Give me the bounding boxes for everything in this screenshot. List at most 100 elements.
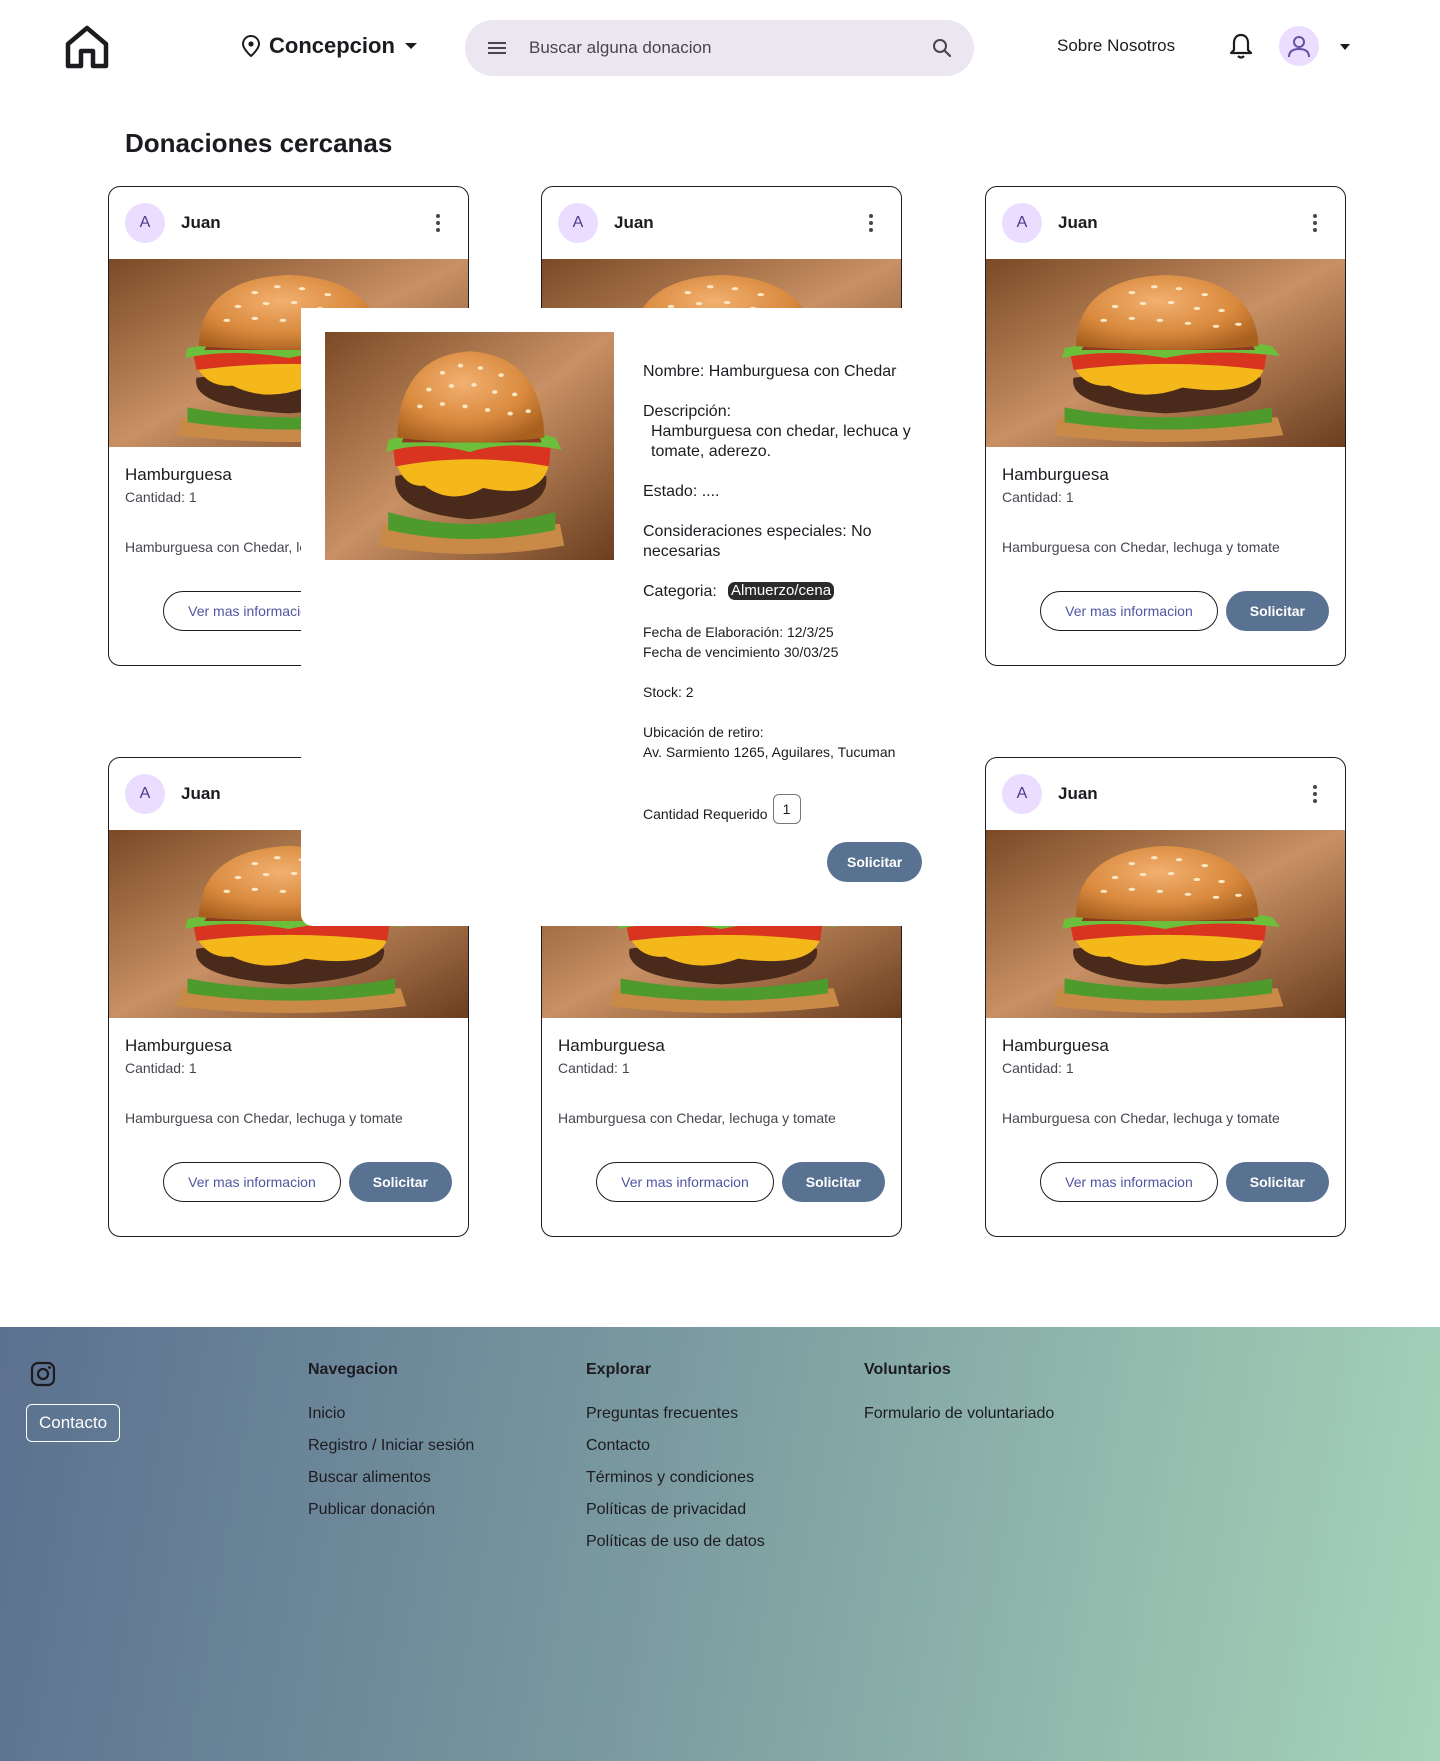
footer-link-buscar[interactable]: Buscar alimentos [308, 1469, 474, 1487]
more-info-button[interactable]: Ver mas informacion [596, 1162, 774, 1202]
footer-column-title: Voluntarios [864, 1361, 951, 1378]
food-image [986, 259, 1345, 447]
location-selector[interactable]: Concepcion [241, 28, 419, 64]
bell-icon[interactable] [1228, 32, 1254, 60]
more-info-button[interactable]: Ver mas informacion [163, 1162, 341, 1202]
card-actions: Ver mas informacionSolicitar [596, 1162, 885, 1202]
food-image [986, 830, 1345, 1018]
home-icon[interactable] [63, 23, 111, 71]
footer-link-inicio[interactable]: Inicio [308, 1405, 474, 1423]
card-header: A Juan [986, 187, 1345, 259]
card-title: Hamburguesa [1002, 1036, 1109, 1055]
footer-link-voluntariado[interactable]: Formulario de voluntariado [864, 1405, 1054, 1423]
card-header: A Juan [986, 758, 1345, 830]
card-body: Hamburguesa Cantidad: 1 Hamburguesa con Ch… [109, 1018, 468, 1126]
request-button[interactable]: Solicitar [1225, 591, 1329, 631]
card-title: Hamburguesa [1002, 465, 1109, 484]
more-vert-icon[interactable] [1303, 782, 1327, 806]
detail-status: Estado: .... [643, 483, 720, 500]
footer-column-title: Explorar [586, 1361, 651, 1378]
food-image [325, 332, 614, 560]
detail-expiry-date: Fecha de vencimiento 30/03/25 [643, 644, 839, 660]
detail-dates: Fecha de Elaboración: 12/3/25 Fecha de v… [643, 622, 913, 662]
card-body: Hamburguesa Cantidad: 1 Hamburguesa con Ch… [542, 1018, 901, 1126]
detail-description-text: Hamburguesa con chedar, lechuca y tomate… [651, 423, 911, 460]
card-avatar: A [1002, 203, 1042, 243]
footer-column-title: Navegacion [308, 1361, 398, 1378]
card-header: A Juan [109, 187, 468, 259]
user-icon [1288, 36, 1310, 58]
detail-name: Nombre: Hamburguesa con Chedar [643, 363, 897, 380]
request-button[interactable]: Solicitar [348, 1162, 452, 1202]
card-title: Hamburguesa [558, 1036, 665, 1055]
search-bar [465, 20, 974, 76]
search-input[interactable] [529, 38, 930, 58]
request-button[interactable]: Solicitar [1225, 1162, 1329, 1202]
section-title: Donaciones cercanas [125, 128, 393, 158]
card-header: A Juan [542, 187, 901, 259]
detail-special: Consideraciones especiales: No necesaria… [643, 523, 872, 560]
card-quantity: Cantidad: 1 [125, 1060, 197, 1076]
account-menu-chevron-icon[interactable] [1338, 40, 1352, 54]
footer-link-datos[interactable]: Políticas de uso de datos [586, 1533, 765, 1551]
footer-link-privacidad[interactable]: Políticas de privacidad [586, 1501, 765, 1519]
detail-pickup-label: Ubicación de retiro: [643, 724, 764, 740]
donation-card: A Juan Hamburguesa Cantidad: 1 Hamburguesa c… [985, 757, 1346, 1237]
modal-request-button[interactable]: Solicitar [827, 842, 923, 882]
more-info-button[interactable]: Ver mas informacion [1040, 1162, 1218, 1202]
more-info-button[interactable]: Ver mas informacion [1040, 591, 1218, 631]
card-title: Hamburguesa [125, 1036, 232, 1055]
quantity-label: Cantidad Requerido [643, 806, 768, 822]
card-username: Juan [181, 213, 221, 232]
chevron-down-icon [404, 43, 417, 49]
card-username: Juan [1058, 213, 1098, 232]
footer: Contacto Navegacion Inicio Registro / In… [0, 1327, 1440, 1761]
about-link[interactable]: Sobre Nosotros [1057, 36, 1175, 56]
header: Concepcion Sobre Nosotros [0, 0, 1440, 95]
detail-stock: Stock: 2 [643, 684, 694, 700]
footer-link-registro[interactable]: Registro / Iniciar sesión [308, 1437, 474, 1455]
card-body: Hamburguesa Cantidad: 1 Hamburguesa con Ch… [986, 447, 1345, 555]
card-actions: Ver mas informacionSolicitar [1040, 1162, 1329, 1202]
search-icon[interactable] [930, 36, 954, 60]
footer-link-publicar[interactable]: Publicar donación [308, 1501, 474, 1519]
detail-description: Descripción: Hamburguesa con chedar, lec… [643, 402, 913, 462]
card-description: Hamburguesa con Chedar, lechuga y tomate [125, 1110, 403, 1126]
footer-link-contacto[interactable]: Contacto [586, 1437, 765, 1455]
quantity-input[interactable]: 1 [772, 794, 801, 824]
card-avatar: A [1002, 774, 1042, 814]
page: Concepcion Sobre Nosotros Donaciones cer [0, 0, 1440, 1761]
card-description: Hamburguesa con Chedar, lechuga y tomate [1002, 1110, 1280, 1126]
donation-card: A Juan Hamburguesa Cantidad: 1 Hamburguesa c… [985, 186, 1346, 666]
card-avatar: A [125, 774, 165, 814]
more-vert-icon[interactable] [426, 211, 450, 235]
donation-detail-modal: Nombre: Hamburguesa con Chedar Descripci… [301, 308, 923, 926]
card-description: Hamburguesa con Chedar, lechuga y tomate [558, 1110, 836, 1126]
location-pin-icon [241, 35, 261, 57]
card-description: Hamburguesa con Chedar, lechuga y tomate [1002, 539, 1280, 555]
detail-pickup: Ubicación de retiro: Av. Sarmiento 1265,… [643, 722, 933, 762]
more-vert-icon[interactable] [859, 211, 883, 235]
menu-icon[interactable] [485, 36, 509, 60]
card-username: Juan [614, 213, 654, 232]
contact-button[interactable]: Contacto [26, 1404, 121, 1442]
location-label: Concepcion [269, 33, 395, 58]
request-button[interactable]: Solicitar [781, 1162, 885, 1202]
detail-description-label: Descripción: [643, 403, 732, 420]
more-vert-icon[interactable] [1303, 211, 1327, 235]
card-body: Hamburguesa Cantidad: 1 Hamburguesa con Ch… [986, 1018, 1345, 1126]
user-avatar[interactable] [1279, 26, 1319, 66]
quantity-row: Cantidad Requerido 1 [643, 794, 913, 824]
footer-column-explorar: Explorar Preguntas frecuentes Contacto T… [586, 1361, 765, 1565]
card-quantity: Cantidad: 1 [558, 1060, 630, 1076]
detail-made-date: Fecha de Elaboración: 12/3/25 [643, 624, 834, 640]
card-actions: Ver mas informacionSolicitar [163, 1162, 452, 1202]
footer-link-terminos[interactable]: Términos y condiciones [586, 1469, 765, 1487]
card-quantity: Cantidad: 1 [1002, 489, 1074, 505]
card-username: Juan [181, 784, 221, 803]
detail-pickup-address: Av. Sarmiento 1265, Aguilares, Tucuman [643, 744, 896, 760]
card-quantity: Cantidad: 1 [1002, 1060, 1074, 1076]
instagram-icon[interactable] [30, 1361, 56, 1387]
footer-column-voluntarios: Voluntarios Formulario de voluntariado [864, 1361, 1054, 1437]
footer-link-faq[interactable]: Preguntas frecuentes [586, 1405, 765, 1423]
